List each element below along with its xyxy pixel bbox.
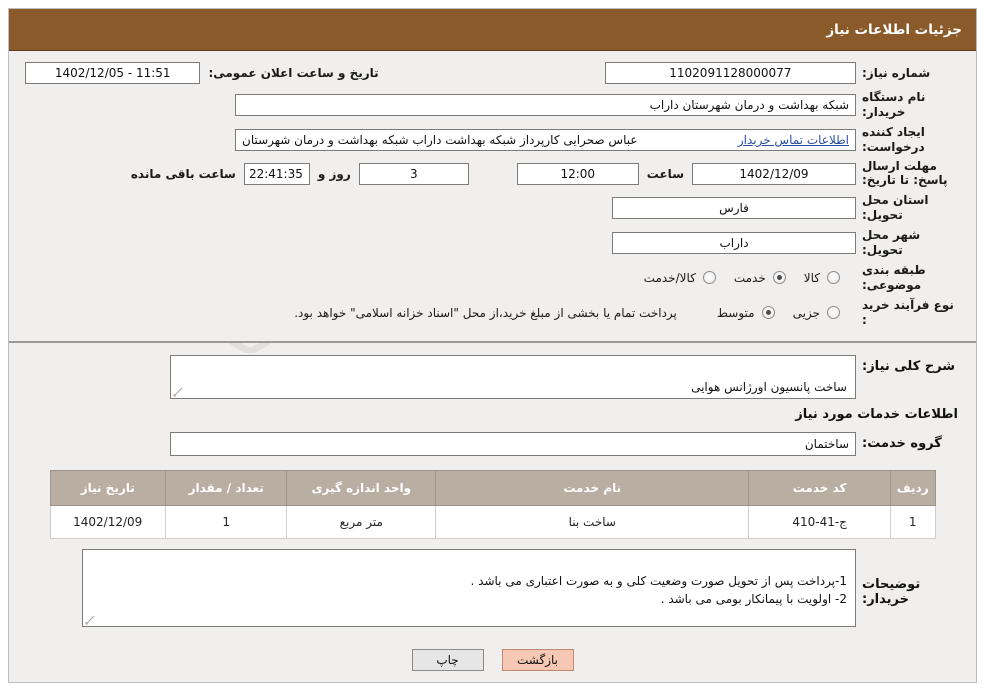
- radio-category-kala-khedmat[interactable]: [702, 271, 716, 285]
- buyer-org-label: نام دستگاه خریدار:: [862, 90, 926, 119]
- footer-actions: بازگشت چاپ: [9, 641, 976, 677]
- cell-row: 1: [889, 504, 936, 539]
- process-radio-group: جزیی متوسط: [703, 306, 856, 320]
- announce-datetime-label: تاریخ و ساعت اعلان عمومی:: [208, 66, 379, 80]
- need-number-value: 1102091128000077: [604, 62, 856, 84]
- row-city: شهر محل تحویل: داراب: [25, 228, 960, 258]
- deadline-date-value: 1402/12/09: [692, 162, 856, 185]
- cell-code: ج-41-410: [748, 504, 891, 539]
- process-note: پرداخت تمام یا بخشی از مبلغ خرید،از محل …: [294, 305, 677, 320]
- row-general-desc: شرح کلی نیاز: ساخت پانسیون اورژانس هوایی: [25, 354, 960, 399]
- requester-label: ایجاد کننده درخواست:: [862, 125, 925, 154]
- resize-grip-icon-notes[interactable]: [85, 615, 95, 625]
- row-buyer-notes: توضیحات خریدار: 1-پرداخت پس از تحویل صور…: [25, 548, 960, 627]
- radio-category-khedmat-label: خدمت: [733, 270, 766, 285]
- city-value: داراب: [612, 231, 856, 254]
- col-code: کد خدمت: [748, 469, 891, 506]
- col-name: نام خدمت: [435, 469, 750, 506]
- col-qty: تعداد / مقدار: [164, 469, 288, 506]
- cell-unit: متر مربع: [286, 504, 437, 539]
- col-unit: واحد اندازه گیری: [286, 469, 437, 506]
- row-requester: ایجاد کننده درخواست: اطلاعات تماس خریدار…: [25, 125, 960, 155]
- buyer-org-value: شبکه بهداشت و درمان شهرستان داراب: [235, 94, 856, 116]
- radio-category-kala[interactable]: [827, 271, 840, 285]
- buyer-contact-link[interactable]: اطلاعات تماس خریدار: [738, 130, 849, 150]
- col-date: تاریخ نیاز: [49, 469, 166, 506]
- cell-date: 1402/12/09: [49, 504, 166, 539]
- deadline-label: مهلت ارسال پاسخ: تا تاریخ:: [862, 159, 948, 187]
- requester-value-field: اطلاعات تماس خریدار عباس صحرایی کارپرداز…: [235, 129, 856, 151]
- page-title: جزئیات اطلاعات نیاز: [826, 21, 962, 38]
- cell-name: ساخت بنا: [435, 504, 750, 539]
- resize-grip-icon[interactable]: [173, 387, 183, 397]
- province-label: استان محل تحویل:: [862, 192, 929, 222]
- buyer-notes-value: 1-پرداخت پس از تحویل صورت وضعیت کلی و به…: [82, 548, 856, 627]
- row-need-number: شماره نیاز: 1102091128000077 تاریخ و ساع…: [25, 61, 960, 85]
- days-label: روز و: [317, 166, 351, 181]
- radio-category-khedmat[interactable]: [772, 271, 786, 285]
- cell-qty: 1: [164, 504, 288, 539]
- buyer-notes-text: 1-پرداخت پس از تحویل صورت وضعیت کلی و به…: [470, 573, 847, 606]
- radio-process-jozi[interactable]: [827, 306, 840, 320]
- general-desc-label: شرح کلی نیاز:: [862, 358, 956, 374]
- need-number-label: شماره نیاز:: [862, 65, 931, 80]
- col-row: ردیف: [889, 469, 936, 506]
- radio-category-kala-khedmat-label: کالا/خدمت: [643, 270, 696, 285]
- radio-process-motevaset-label: متوسط: [716, 305, 755, 320]
- row-province: استان محل تحویل: فارس: [25, 193, 960, 223]
- buyer-notes-label: توضیحات خریدار:: [862, 576, 921, 607]
- row-process-type: نوع فرآیند خرید : جزیی متوسط پرداخت تمام…: [25, 298, 960, 328]
- process-label: نوع فرآیند خرید :: [862, 297, 954, 327]
- general-desc-value: ساخت پانسیون اورژانس هوایی: [170, 354, 856, 399]
- need-info-panel: شماره نیاز: 1102091128000077 تاریخ و ساع…: [9, 51, 976, 343]
- category-radio-group: کالا خدمت کالا/خدمت: [630, 271, 856, 285]
- row-service-group: گروه خدمت: ساختمان: [25, 431, 960, 456]
- service-group-value: ساختمان: [170, 431, 856, 456]
- table-row: 1 ج-41-410 ساخت بنا متر مربع 1 1402/12/0…: [49, 504, 936, 539]
- page-header: جزئیات اطلاعات نیاز: [9, 9, 976, 51]
- hour-label: ساعت: [646, 166, 684, 181]
- deadline-time-value: 12:00: [516, 162, 639, 185]
- row-buyer-org: نام دستگاه خریدار: شبکه بهداشت و درمان ش…: [25, 90, 960, 120]
- service-group-label: گروه خدمت:: [862, 435, 942, 451]
- row-deadline: مهلت ارسال پاسخ: تا تاریخ: 1402/12/09 سا…: [25, 159, 960, 188]
- need-details-page: جزئیات اطلاعات نیاز AriaTender.net شماره…: [8, 8, 977, 683]
- remaining-time-value: 22:41:35: [243, 162, 310, 185]
- province-value: فارس: [612, 196, 856, 219]
- remaining-days-value: 3: [358, 162, 469, 185]
- radio-process-jozi-label: جزیی: [792, 305, 820, 320]
- announce-datetime-value: 11:51 - 1402/12/05: [25, 62, 201, 84]
- radio-category-kala-label: کالا: [803, 270, 820, 285]
- requester-value: عباس صحرایی کارپرداز شبکه بهداشت داراب ش…: [242, 133, 638, 147]
- services-table: ردیف کد خدمت نام خدمت واحد اندازه گیری ت…: [49, 469, 936, 539]
- services-section-title: اطلاعات خدمات مورد نیاز: [795, 406, 958, 422]
- need-body-section: شرح کلی نیاز: ساخت پانسیون اورژانس هوایی…: [9, 343, 976, 641]
- print-button[interactable]: چاپ: [411, 648, 484, 671]
- radio-process-motevaset[interactable]: [761, 306, 775, 320]
- category-label: طبقه بندی موضوعی:: [862, 262, 926, 292]
- row-category: طبقه بندی موضوعی: کالا خدمت کالا/خدمت: [25, 263, 960, 293]
- services-table-wrap: ردیف کد خدمت نام خدمت واحد اندازه گیری ت…: [25, 468, 960, 539]
- remaining-label: ساعت باقی مانده: [130, 166, 236, 181]
- city-label: شهر محل تحویل:: [862, 227, 921, 257]
- back-button[interactable]: بازگشت: [501, 648, 574, 671]
- table-header-row: ردیف کد خدمت نام خدمت واحد اندازه گیری ت…: [49, 469, 936, 506]
- general-desc-text: ساخت پانسیون اورژانس هوایی: [691, 379, 847, 394]
